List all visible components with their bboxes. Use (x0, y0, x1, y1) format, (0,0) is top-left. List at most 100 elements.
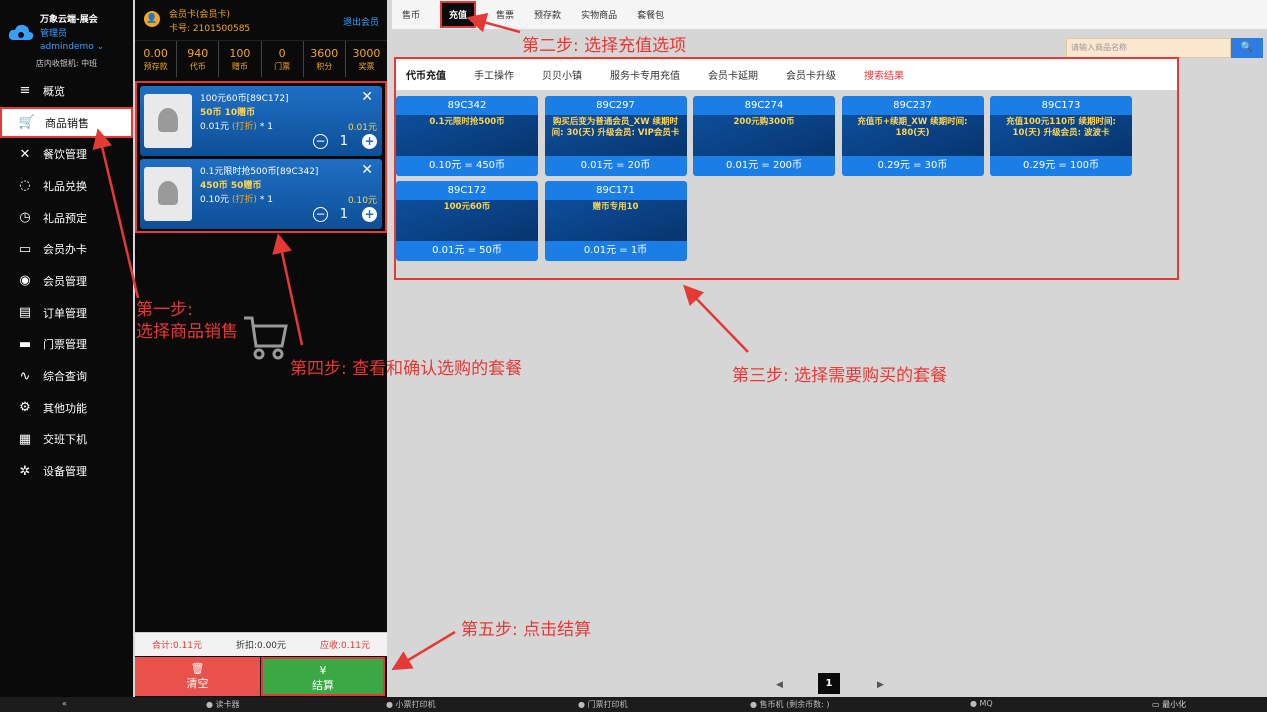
collapse-button[interactable]: « (62, 699, 67, 708)
sub-tab-1[interactable]: 手工操作 (474, 67, 514, 82)
nav-item-5[interactable]: ▭ 会员办卡 (0, 233, 133, 265)
top-tab-3[interactable]: 预存款 (534, 8, 561, 21)
cart-summary: 合计:0.11元 折扣:0.00元 应收:0.11元 (135, 632, 387, 656)
top-tab-0[interactable]: 售币 (402, 8, 420, 21)
cart-icon: 🛒 (18, 115, 36, 131)
clear-label: 清空 (186, 677, 209, 690)
search-button[interactable]: 🔍 (1231, 38, 1263, 58)
minimize-button[interactable]: ▭ 最小化 (1152, 699, 1186, 710)
nav-item-6[interactable]: ◉ 会员管理 (0, 265, 133, 297)
remove-item-icon[interactable]: ✕ (361, 162, 373, 178)
increase-qty-icon[interactable]: + (362, 207, 377, 222)
brand-block: 万象云端-展会 管理员 admindemo ⌄ 店内收银机: 中班 (0, 0, 133, 75)
exit-member-button[interactable]: 退出会员 (343, 15, 379, 28)
cloud-logo-icon (8, 24, 34, 40)
pager-prev-button[interactable]: ◀ (776, 680, 783, 690)
stat-5: 3000 奖票 (346, 41, 387, 77)
nav-item-label: 商品销售 (45, 116, 89, 130)
ticket-icon: ▬ (18, 336, 32, 352)
nav-item-label: 概览 (43, 84, 65, 98)
due-amount: 应收:0.11元 (319, 641, 371, 651)
sub-tab-2[interactable]: 贝贝小镇 (542, 67, 582, 82)
store-name: 万象云端-展会 (40, 15, 98, 25)
pulse-icon: ∿ (19, 368, 31, 384)
arrow-step5 (391, 630, 456, 671)
nav-item-label: 订单管理 (43, 306, 87, 320)
package-card[interactable]: 89C297 购买后变为普通会员_XW 续期时间: 30(天) 升级会员: VIP… (544, 96, 687, 176)
decrease-qty-icon[interactable]: − (313, 134, 328, 149)
cart-item-qty: 1 (339, 207, 348, 222)
nav-item-0[interactable]: ≡ 概览 (0, 75, 133, 107)
member-card-number: 卡号: 2101500585 (169, 24, 251, 34)
pager-current-page[interactable]: 1 (818, 673, 840, 694)
package-card[interactable]: 89C274 200元购300币 0.01元 = 200币 (693, 96, 835, 176)
package-card[interactable]: 89C172 100元60币 0.01元 = 50币 (396, 181, 538, 261)
decrease-qty-icon[interactable]: − (313, 207, 328, 222)
cart-item-price: 0.01元 (200, 122, 230, 132)
pager-next-button[interactable]: ▶ (877, 680, 884, 690)
package-rate: 0.29元 = 30币 (877, 160, 948, 171)
total-amount: 合计:0.11元 (151, 641, 203, 651)
top-tab-1[interactable]: 充值 (440, 1, 477, 28)
user-dropdown[interactable]: admindemo ⌄ (40, 42, 104, 52)
stat-4: 3600 积分 (304, 41, 346, 77)
top-tab-4[interactable]: 实物商品 (581, 8, 617, 21)
nav-item-8[interactable]: ▬ 门票管理 (0, 329, 133, 361)
sub-tab-4[interactable]: 会员卡延期 (708, 67, 758, 82)
cart-item-price-line: 0.01元 (打折) * 1 (200, 119, 273, 132)
cart-item-name: 100元60币[89C172] (200, 94, 289, 104)
sub-tab-5[interactable]: 会员卡升级 (786, 67, 836, 82)
sub-tab-0[interactable]: 代币充值 (406, 67, 446, 82)
package-rate: 0.01元 = 20币 (580, 160, 651, 171)
stat-value: 0.00 (143, 47, 168, 60)
nav-item-10[interactable]: ⚙ 其他功能 (0, 392, 133, 424)
stat-label: 代币 (189, 62, 206, 71)
package-id: 89C297 (596, 100, 635, 111)
cart-item-price: 0.10元 (200, 195, 230, 205)
top-tab-5[interactable]: 套餐包 (637, 8, 664, 21)
nav-item-7[interactable]: ▤ 订单管理 (0, 297, 133, 329)
search-input[interactable]: 请输入商品名称 (1066, 38, 1231, 58)
nav-item-label: 门票管理 (43, 338, 87, 352)
package-card[interactable]: 89C171 赠币专用10 0.01元 = 1币 (544, 181, 687, 261)
top-tabs: 售币 充值 售票 预存款 实物商品 套餐包 (392, 0, 1267, 29)
package-desc: 购买后变为普通会员_XW 续期时间: 30(天) 升级会员: VIP会员卡 (544, 115, 687, 156)
clipboard-icon: ▤ (18, 305, 32, 321)
checkout-button[interactable]: ¥ 结算 (261, 657, 385, 696)
package-rate: 0.29元 = 100币 (1022, 160, 1100, 171)
package-card[interactable]: 89C342 0.1元限时抢500币 0.10元 = 450币 (396, 96, 538, 176)
package-id: 89C237 (893, 100, 932, 111)
package-id: 89C342 (447, 100, 487, 111)
sub-tab-3[interactable]: 服务卡专用充值 (610, 67, 680, 82)
cart-item[interactable]: 100元60币[89C172] 50币 10赠币 0.01元 (打折) * 1 … (140, 86, 382, 156)
nav-item-label: 设备管理 (43, 465, 87, 479)
annotation-step5: 第五步: 点击结算 (461, 620, 592, 640)
gear-icon: ✲ (19, 463, 31, 479)
nav-item-1[interactable]: 🛒 商品销售 (0, 106, 133, 139)
package-rate: 0.10元 = 450币 (428, 160, 506, 171)
nav-item-4[interactable]: ◷ 礼品预定 (0, 202, 133, 234)
member-stats: 0.00 预存款 940 代币 100 赠币 0 门票 3600 积分 3000 奖票 (135, 40, 387, 77)
top-tab-2[interactable]: 售票 (496, 8, 514, 21)
cart-item[interactable]: 0.1元限时抢500币[89C342] 450币 50赠币 0.10元 (打折)… (140, 159, 382, 229)
stat-label: 积分 (316, 62, 333, 71)
status-ticket-printer: ● 小票打印机 (386, 700, 436, 709)
nav-item-2[interactable]: ✕ 餐饮管理 (0, 138, 133, 170)
nav-item-12[interactable]: ✲ 设备管理 (0, 455, 133, 487)
remove-item-icon[interactable]: ✕ (361, 89, 373, 105)
gift-icon: ◌ (19, 178, 31, 194)
package-rate: 0.01元 = 200币 (725, 160, 803, 171)
package-card[interactable]: 89C173 充值100元110币 续期时间: 10(天) 升级会员: 波波卡 0.… (990, 96, 1132, 176)
cart-item-multiplier: * 1 (259, 122, 273, 132)
product-image (144, 94, 192, 148)
stat-1: 940 代币 (177, 41, 220, 77)
nav-item-9[interactable]: ∿ 综合查询 (0, 360, 133, 392)
clear-button[interactable]: 🗑 清空 (135, 657, 260, 696)
nav-item-3[interactable]: ◌ 礼品兑换 (0, 170, 133, 202)
sub-tab-6[interactable]: 搜索结果 (864, 67, 904, 82)
package-card[interactable]: 89C237 充值币+续期_XW 续期时间: 180(天) 0.29元 = 30币 (841, 96, 984, 176)
package-id: 89C274 (744, 100, 784, 111)
checkout-label: 结算 (312, 679, 334, 692)
increase-qty-icon[interactable]: + (362, 134, 377, 149)
nav-item-11[interactable]: ▦ 交班下机 (0, 424, 133, 456)
